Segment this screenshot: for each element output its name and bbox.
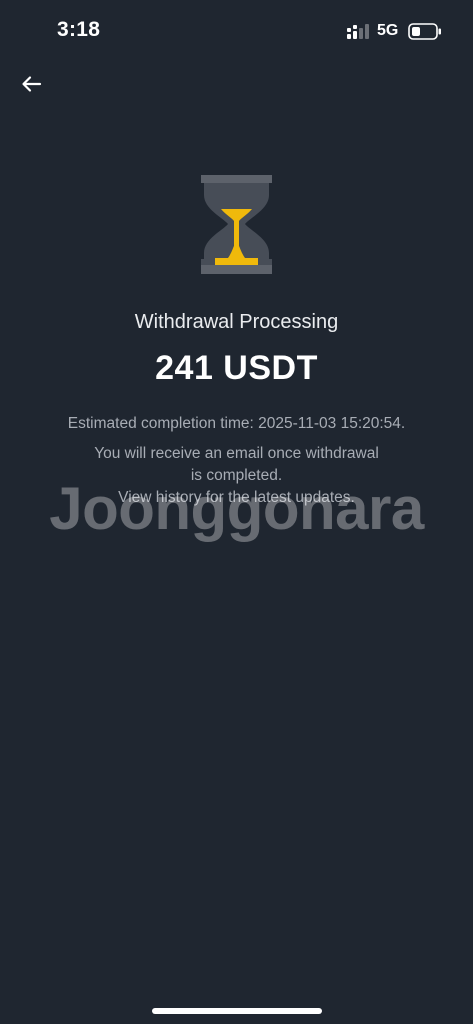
estimated-completion-time: Estimated completion time: 2025-11-03 15… xyxy=(67,415,406,432)
status-time: 3:18 xyxy=(57,18,101,41)
signal-icon xyxy=(347,24,369,39)
status-bar: 3:18 5G xyxy=(0,0,473,64)
battery-icon xyxy=(408,23,441,40)
home-indicator[interactable] xyxy=(152,1008,322,1014)
arrow-left-icon xyxy=(22,76,42,92)
withdrawal-info-text: You will receive an email once withdrawa… xyxy=(60,443,413,509)
back-button[interactable] xyxy=(18,70,46,98)
withdrawal-amount: 241 USDT xyxy=(155,349,318,387)
network-type-label: 5G xyxy=(377,22,399,39)
hourglass-icon xyxy=(201,175,272,274)
info-line: You will receive an email once withdrawa… xyxy=(94,445,379,462)
info-line: is completed. xyxy=(190,467,283,484)
withdrawal-processing-screen: 3:18 5G Withdrawal Processing 241 USDT E… xyxy=(0,0,473,1024)
info-line: View history for the latest updates. xyxy=(118,489,355,506)
withdrawal-status-title: Withdrawal Processing xyxy=(134,311,339,333)
